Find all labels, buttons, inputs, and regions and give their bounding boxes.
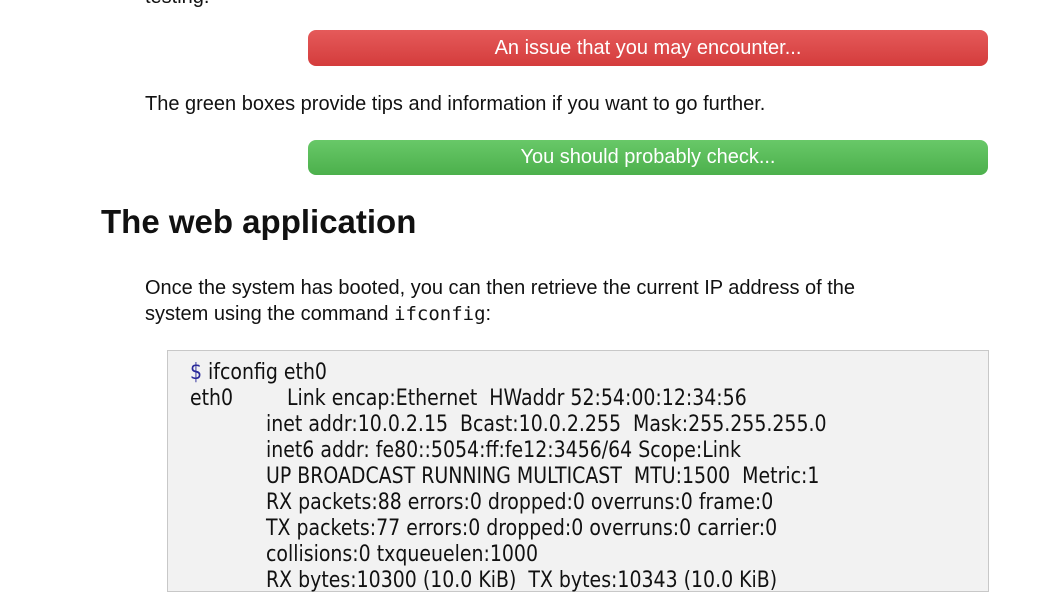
paragraph-line-2: system using the command ifconfig: [145,303,491,326]
output-line: RX packets:88 errors:0 dropped:0 overrun… [266,490,774,515]
warning-box: An issue that you may encounter... [308,30,988,66]
intro-text-tail: testing. [145,0,209,9]
prompt-symbol: $ [190,360,203,385]
paragraph-line-1: Once the system has booted, you can then… [145,277,856,299]
green-box-intro: The green boxes provide tips and informa… [145,93,766,115]
paragraph-text: system using the command [145,303,394,325]
output-line: inet6 addr: fe80::5054:ff:fe12:3456/64 S… [266,438,741,463]
output-line: UP BROADCAST RUNNING MULTICAST MTU:1500 … [266,464,820,489]
output-line: collisions:0 txqueuelen:1000 [266,542,539,567]
paragraph-suffix: : [485,303,492,325]
output-line: Link encap:Ethernet HWaddr 52:54:00:12:3… [287,386,747,411]
interface-name: eth0 [190,386,234,411]
output-line: inet addr:10.0.2.15 Bcast:10.0.2.255 Mas… [266,412,827,437]
output-line: TX packets:77 errors:0 dropped:0 overrun… [266,516,778,541]
output-line: RX bytes:10300 (10.0 KiB) TX bytes:10343… [266,568,778,593]
terminal-output-block: $ ifconfig eth0 eth0 Link encap:Ethernet… [167,350,989,593]
section-title: The web application [101,203,417,240]
tip-box: You should probably check... [308,140,988,175]
command-line: $ ifconfig eth0 [190,360,327,386]
command-text: ifconfig eth0 [202,360,327,385]
inline-command: ifconfig [394,303,486,325]
